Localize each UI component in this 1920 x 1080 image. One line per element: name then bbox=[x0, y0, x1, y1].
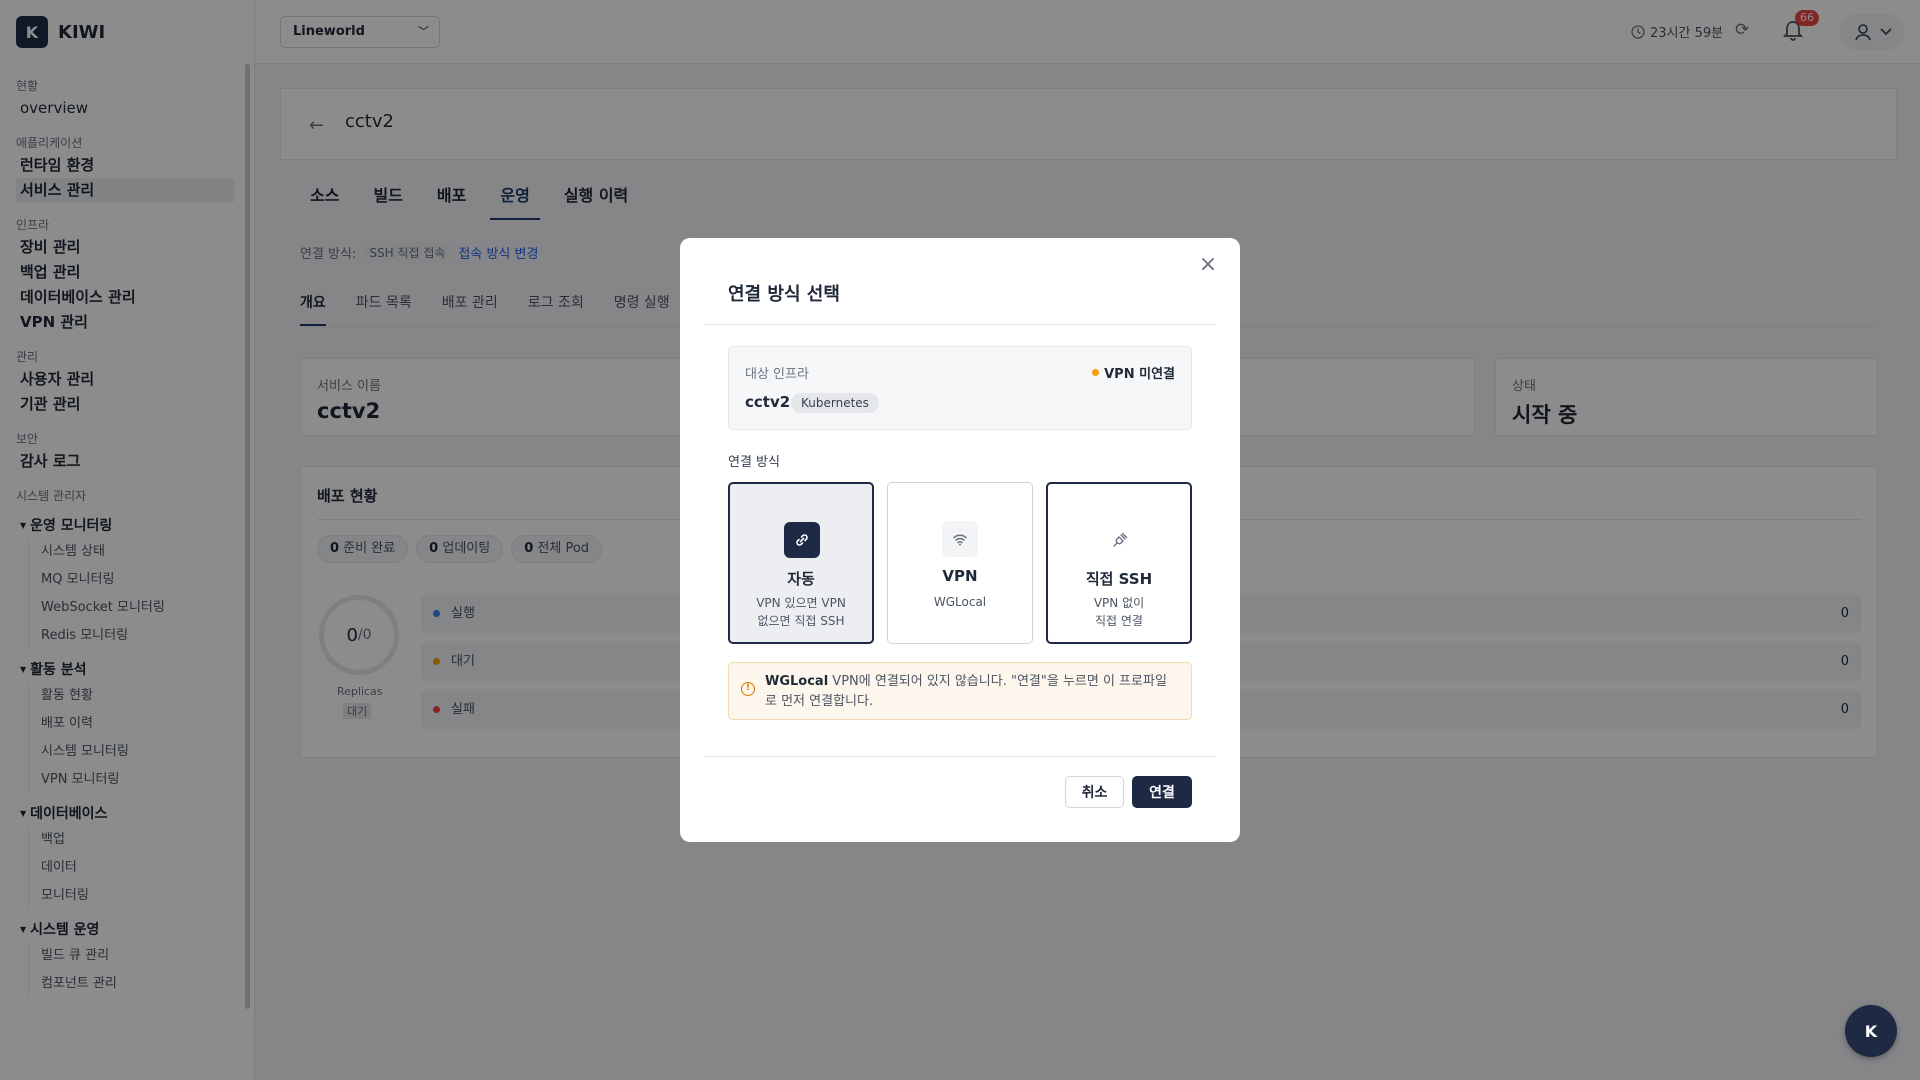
connection-method-dialog: × 연결 방식 선택 대상 인프라 VPN 미연결 cctv2 Kubernet… bbox=[680, 238, 1240, 842]
warning-icon: ! bbox=[741, 682, 755, 696]
method-label: 연결 방식 bbox=[728, 455, 780, 470]
target-infra-box: 대상 인프라 VPN 미연결 cctv2 Kubernetes bbox=[728, 346, 1192, 430]
option-title: 자동 bbox=[787, 570, 815, 588]
cancel-button[interactable]: 취소 bbox=[1065, 776, 1124, 808]
option-auto[interactable]: 자동 VPN 있으면 VPN 없으면 직접 SSH bbox=[728, 482, 874, 644]
option-title: 직접 SSH bbox=[1085, 570, 1153, 588]
divider bbox=[704, 324, 1216, 325]
option-desc: VPN 없이직접 연결 bbox=[1056, 594, 1182, 630]
option-desc-line: 없으면 직접 SSH bbox=[757, 614, 845, 628]
vpn-warning: ! WGLocal VPN에 연결되어 있지 않습니다. "연결"을 누르면 이… bbox=[728, 662, 1192, 720]
option-desc: WGLocal bbox=[933, 595, 987, 609]
vpn-status: VPN 미연결 bbox=[1092, 363, 1175, 382]
option-title: VPN bbox=[942, 567, 978, 585]
status-dot bbox=[1092, 369, 1100, 376]
option-desc-line: VPN 없이 bbox=[1093, 596, 1145, 610]
option-direct-ssh[interactable]: 직접 SSH VPN 없이직접 연결 bbox=[1046, 482, 1192, 644]
infra-name: cctv2 bbox=[745, 393, 791, 411]
link-icon bbox=[784, 522, 820, 558]
infra-type-badge: Kubernetes bbox=[791, 393, 879, 413]
option-desc-line: 직접 연결 bbox=[1095, 614, 1143, 628]
warning-profile: WGLocal bbox=[765, 674, 829, 689]
divider bbox=[704, 756, 1216, 757]
dialog-title: 연결 방식 선택 bbox=[728, 284, 840, 305]
wifi-icon bbox=[942, 521, 978, 557]
plug-icon bbox=[1102, 522, 1138, 558]
option-desc: VPN 있으면 VPN 없으면 직접 SSH bbox=[738, 594, 864, 630]
assistant-fab-button[interactable]: K bbox=[1845, 1005, 1897, 1057]
option-vpn[interactable]: VPN WGLocal bbox=[887, 482, 1033, 644]
target-infra-label: 대상 인프라 bbox=[745, 367, 809, 382]
option-desc-line: VPN 있으면 VPN bbox=[756, 596, 846, 610]
connect-button[interactable]: 연결 bbox=[1132, 776, 1192, 808]
vpn-status-text: VPN 미연결 bbox=[1104, 367, 1175, 382]
close-icon[interactable]: × bbox=[1196, 254, 1220, 278]
